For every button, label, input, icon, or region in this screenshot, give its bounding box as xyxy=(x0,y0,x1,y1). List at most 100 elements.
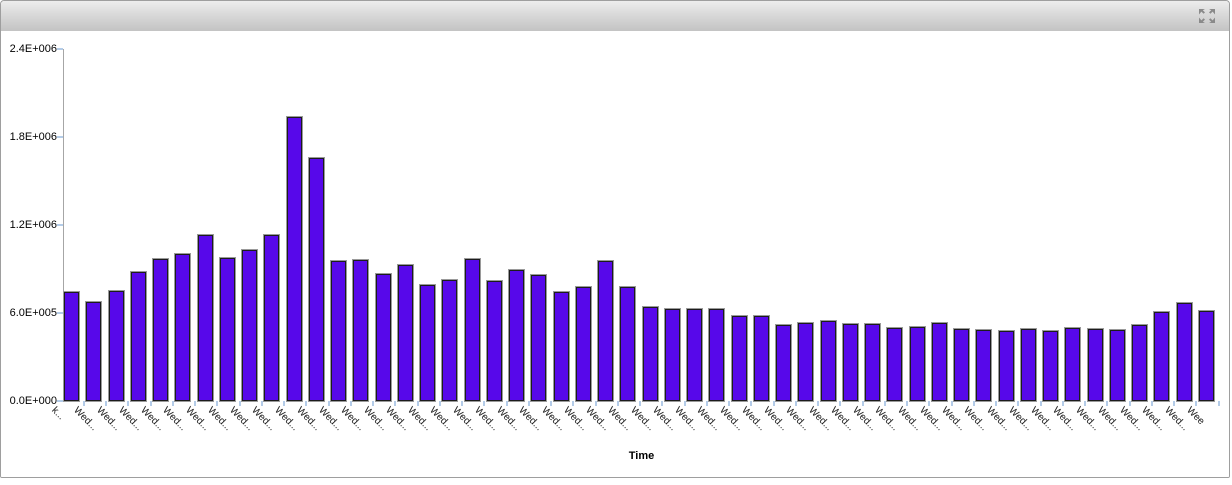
bar[interactable] xyxy=(954,329,969,401)
x-axis-tick-mark xyxy=(194,401,196,406)
x-axis-tick-mark xyxy=(1218,401,1220,406)
bar[interactable] xyxy=(576,287,591,401)
y-axis-tick-label: 1.2E+006 xyxy=(5,219,57,231)
bar[interactable] xyxy=(1088,329,1103,401)
bar[interactable] xyxy=(709,309,724,401)
bar[interactable] xyxy=(376,274,391,401)
x-axis-tick-label: Wed... xyxy=(1162,405,1190,433)
bar[interactable] xyxy=(131,272,146,401)
bar[interactable] xyxy=(109,291,124,401)
bar[interactable] xyxy=(732,316,747,401)
bar[interactable] xyxy=(643,307,658,401)
bar[interactable] xyxy=(1043,331,1058,401)
x-axis-tick-mark xyxy=(795,401,797,406)
x-axis-tick-mark xyxy=(906,401,908,406)
bar[interactable] xyxy=(776,325,791,401)
x-axis-tick-label: Wed... xyxy=(361,405,389,433)
bar[interactable] xyxy=(1065,328,1080,401)
bar[interactable] xyxy=(509,270,524,401)
bar[interactable] xyxy=(821,321,836,401)
x-axis-tick-label: Wed... xyxy=(961,405,989,433)
x-axis-tick-label: Wed... xyxy=(717,405,745,433)
maximize-button[interactable] xyxy=(1198,8,1216,24)
bar[interactable] xyxy=(442,280,457,401)
y-axis-tick-label: 2.4E+006 xyxy=(5,43,57,55)
y-axis-tick-label: 1.8E+006 xyxy=(5,131,57,143)
x-axis-tick-mark xyxy=(461,401,463,406)
bar[interactable] xyxy=(620,287,635,401)
x-axis-tick-mark xyxy=(372,401,374,406)
bar[interactable] xyxy=(1021,329,1036,401)
bar[interactable] xyxy=(264,235,279,401)
x-axis-tick-mark xyxy=(928,401,930,406)
bar-chart: 0.0E+0006.0E+0051.2E+0061.8E+0062.4E+006… xyxy=(1,31,1229,477)
bar[interactable] xyxy=(86,302,101,401)
x-axis-tick-mark xyxy=(1062,401,1064,406)
bar[interactable] xyxy=(287,117,302,401)
x-axis-tick-label: Wed... xyxy=(783,405,811,433)
bar[interactable] xyxy=(843,324,858,401)
x-axis-tick-label: Wed... xyxy=(628,405,656,433)
x-axis-tick-mark xyxy=(595,401,597,406)
x-axis-tick-mark xyxy=(973,401,975,406)
x-axis-tick-label: Wed... xyxy=(605,405,633,433)
bar[interactable] xyxy=(910,327,925,401)
x-axis-tick-label: k... xyxy=(49,405,66,422)
bar[interactable] xyxy=(153,259,168,401)
x-axis-tick-mark xyxy=(728,401,730,406)
bar[interactable] xyxy=(465,259,480,401)
bar[interactable] xyxy=(531,275,546,401)
bar[interactable] xyxy=(198,235,213,401)
bar[interactable] xyxy=(1132,325,1147,401)
bar[interactable] xyxy=(1154,312,1169,401)
bar[interactable] xyxy=(1177,303,1192,401)
bar[interactable] xyxy=(220,258,235,401)
bar[interactable] xyxy=(887,328,902,401)
maximize-arrows-icon xyxy=(1198,8,1216,24)
x-axis-tick-label: Wed... xyxy=(694,405,722,433)
bar[interactable] xyxy=(64,292,79,401)
bar[interactable] xyxy=(798,323,813,401)
x-axis-tick-label: Wed... xyxy=(984,405,1012,433)
x-axis-tick-mark xyxy=(150,401,152,406)
bar[interactable] xyxy=(598,261,613,401)
bar[interactable] xyxy=(687,309,702,401)
x-axis-tick-mark xyxy=(639,401,641,406)
bar[interactable] xyxy=(242,250,257,401)
x-axis-tick-label: Wed... xyxy=(895,405,923,433)
x-axis-tick-mark xyxy=(328,401,330,406)
bar[interactable] xyxy=(175,254,190,401)
x-axis-tick-label: Wed... xyxy=(1050,405,1078,433)
bar[interactable] xyxy=(398,265,413,401)
bar[interactable] xyxy=(754,316,769,401)
x-axis-tick-mark xyxy=(172,401,174,406)
x-axis-tick-label: Wed... xyxy=(71,405,99,433)
x-axis-tick-mark xyxy=(773,401,775,406)
bar[interactable] xyxy=(932,323,947,401)
bar[interactable] xyxy=(665,309,680,401)
x-axis-tick-mark xyxy=(127,401,129,406)
x-axis-tick-mark xyxy=(884,401,886,406)
bar[interactable] xyxy=(309,158,324,401)
x-axis-tick-label: Wed... xyxy=(539,405,567,433)
bar[interactable] xyxy=(865,324,880,401)
bar[interactable] xyxy=(554,292,569,401)
x-axis-tick-mark xyxy=(305,401,307,406)
x-axis-tick-label: Wed... xyxy=(806,405,834,433)
panel-titlebar xyxy=(1,1,1229,32)
x-axis-tick-label: Wed... xyxy=(872,405,900,433)
x-axis-tick-mark xyxy=(483,401,485,406)
bar[interactable] xyxy=(331,261,346,401)
x-axis-tick-mark xyxy=(995,401,997,406)
x-axis-tick-mark xyxy=(1106,401,1108,406)
bar[interactable] xyxy=(420,285,435,401)
bar[interactable] xyxy=(999,331,1014,401)
x-axis-tick-label: Wed... xyxy=(427,405,455,433)
x-axis-tick-mark xyxy=(1151,401,1153,406)
bar[interactable] xyxy=(1110,330,1125,401)
bar[interactable] xyxy=(487,281,502,401)
bar[interactable] xyxy=(976,330,991,401)
x-axis-tick-mark xyxy=(528,401,530,406)
bar[interactable] xyxy=(1199,311,1214,401)
bar[interactable] xyxy=(353,260,368,401)
